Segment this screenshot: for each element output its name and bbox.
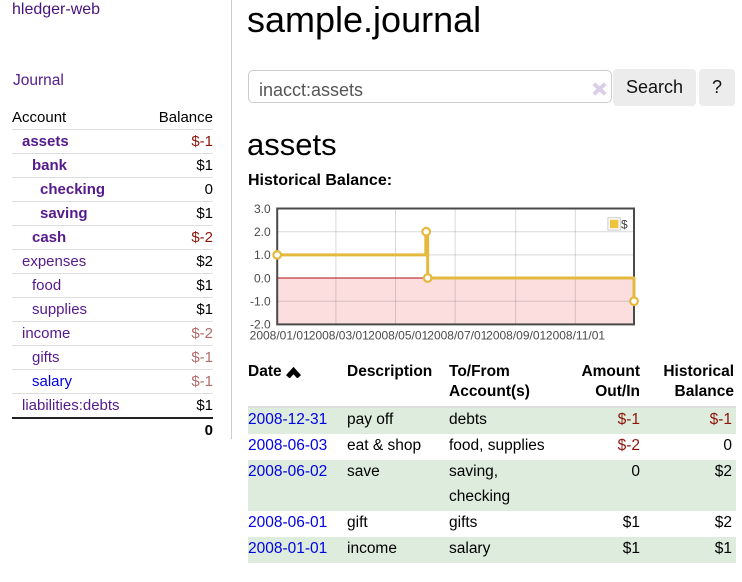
- svg-text:2.0: 2.0: [254, 225, 271, 239]
- svg-text:2008/01/01: 2008/01/01: [250, 328, 310, 342]
- svg-text:0.0: 0.0: [254, 271, 271, 285]
- svg-text:2008/03/01: 2008/03/01: [309, 328, 369, 342]
- svg-text:2008/11/01: 2008/11/01: [546, 328, 605, 342]
- svg-text:1.0: 1.0: [254, 248, 271, 262]
- svg-text:$: $: [621, 217, 628, 231]
- svg-text:2008/05/01: 2008/05/01: [368, 328, 428, 342]
- svg-text:2008/09/01: 2008/09/01: [486, 328, 546, 342]
- svg-text:-1.0: -1.0: [250, 294, 271, 308]
- svg-text:2008/07/01: 2008/07/01: [427, 328, 487, 342]
- svg-text:3.0: 3.0: [254, 201, 271, 215]
